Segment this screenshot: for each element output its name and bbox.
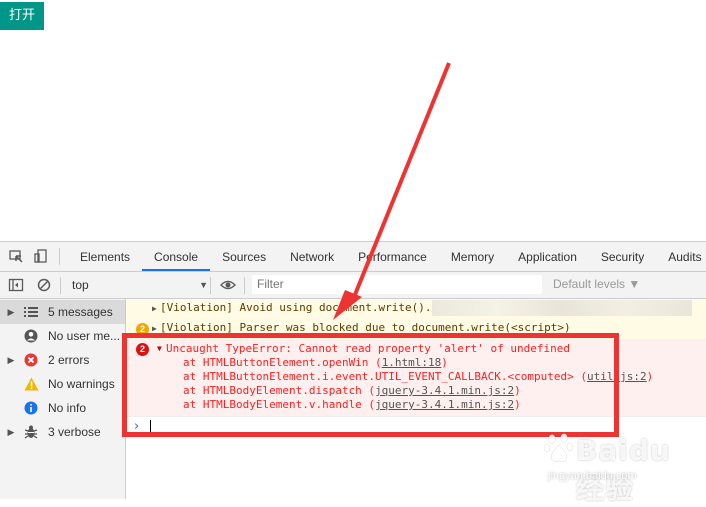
context-label: top bbox=[72, 278, 89, 292]
devtools-tabs: Elements Console Sources Network Perform… bbox=[68, 242, 706, 271]
sidebar-item-label: 3 verbose bbox=[48, 425, 101, 439]
tab-sources[interactable]: Sources bbox=[210, 242, 278, 271]
text-caret bbox=[150, 420, 151, 434]
error-message[interactable]: 2 ▼ Uncaught TypeError: Cannot read prop… bbox=[126, 339, 706, 417]
tab-security[interactable]: Security bbox=[589, 242, 656, 271]
filter-input[interactable] bbox=[252, 275, 542, 294]
expand-arrow-icon: ▶ bbox=[7, 306, 15, 317]
stack-frame: at HTMLButtonElement.openWin (1.html:18) bbox=[183, 356, 448, 369]
console-messages: ▶ [Violation] Avoid using document.write… bbox=[126, 299, 706, 499]
sidebar-item-errors[interactable]: ▶ 2 errors bbox=[0, 348, 125, 372]
open-button[interactable]: 打开 bbox=[0, 2, 44, 30]
stack-frame: at HTMLBodyElement.dispatch (jquery-3.4.… bbox=[183, 384, 521, 397]
sidebar-item-user-messages[interactable]: No user me... bbox=[0, 324, 125, 348]
console-sidebar: ▶ 5 messages No user me... ▶ 2 errors No… bbox=[0, 299, 126, 499]
source-link[interactable]: 1.html:18 bbox=[382, 356, 442, 369]
sidebar-toggle-icon[interactable] bbox=[8, 277, 24, 293]
expand-arrow-icon: ▶ bbox=[7, 354, 15, 365]
clear-console-icon[interactable] bbox=[36, 277, 52, 293]
sidebar-item-warnings[interactable]: No warnings bbox=[0, 372, 125, 396]
context-select[interactable]: top ▼ bbox=[64, 276, 212, 294]
sidebar-item-label: No user me... bbox=[48, 329, 121, 343]
sidebar-item-messages[interactable]: ▶ 5 messages bbox=[0, 300, 125, 324]
blurred-region bbox=[432, 300, 692, 316]
sidebar-item-info[interactable]: No info bbox=[0, 396, 125, 420]
device-toolbar-icon[interactable] bbox=[33, 248, 49, 264]
chevron-down-icon: ▼ bbox=[199, 280, 208, 290]
toolbar-divider bbox=[59, 248, 60, 265]
warning-message[interactable]: ▶ [Violation] Avoid using document.write… bbox=[126, 299, 706, 320]
prompt-chevron-icon: › bbox=[134, 419, 140, 434]
sidebar-item-label: 2 errors bbox=[48, 353, 90, 367]
source-link[interactable]: jquery-3.4.1.min.js:2 bbox=[375, 384, 514, 397]
list-icon bbox=[22, 304, 40, 320]
bug-icon bbox=[22, 424, 40, 440]
sidebar-item-label: No info bbox=[48, 401, 87, 415]
warning-count-badge: 2 bbox=[136, 323, 149, 336]
expand-arrow-icon: ▼ bbox=[157, 344, 162, 353]
warning-text: [Violation] Avoid using document.write()… bbox=[160, 301, 432, 314]
info-icon bbox=[22, 400, 40, 416]
expand-arrow-icon: ▶ bbox=[7, 426, 15, 437]
eye-icon[interactable] bbox=[220, 277, 236, 293]
tab-console[interactable]: Console bbox=[142, 242, 211, 271]
warning-message[interactable]: 2 ▶ [Violation] Parser was blocked due t… bbox=[126, 319, 706, 340]
sidebar-item-verbose[interactable]: ▶ 3 verbose bbox=[0, 420, 125, 444]
tab-performance[interactable]: Performance bbox=[346, 242, 439, 271]
tab-application[interactable]: Application bbox=[506, 242, 589, 271]
default-levels-dropdown[interactable]: Default levels ▼ bbox=[553, 277, 640, 291]
error-title: Uncaught TypeError: Cannot read property… bbox=[166, 342, 570, 355]
console-toolbar: top ▼ Default levels ▼ bbox=[0, 272, 706, 299]
expand-arrow-icon: ▶ bbox=[152, 304, 157, 313]
error-icon bbox=[22, 352, 40, 368]
toolbar-divider bbox=[60, 277, 61, 294]
source-link[interactable]: jquery-3.4.1.min.js:2 bbox=[375, 398, 514, 411]
warning-text: [Violation] Parser was blocked due to do… bbox=[160, 321, 571, 334]
warning-icon bbox=[22, 376, 40, 392]
user-icon bbox=[22, 328, 40, 344]
page-area: 打开 bbox=[0, 0, 706, 241]
devtools-panel: Elements Console Sources Network Perform… bbox=[0, 241, 706, 499]
toolbar-divider bbox=[244, 277, 245, 294]
stack-frame: at HTMLButtonElement.i.event.UTIL_EVENT_… bbox=[183, 370, 654, 383]
console-prompt[interactable]: › bbox=[126, 416, 706, 437]
tab-network[interactable]: Network bbox=[278, 242, 346, 271]
tab-memory[interactable]: Memory bbox=[439, 242, 506, 271]
sidebar-item-label: No warnings bbox=[48, 377, 115, 391]
stack-frame: at HTMLBodyElement.v.handle (jquery-3.4.… bbox=[183, 398, 521, 411]
sidebar-item-label: 5 messages bbox=[48, 305, 113, 319]
expand-arrow-icon: ▶ bbox=[152, 324, 157, 333]
tab-audits[interactable]: Audits bbox=[656, 242, 706, 271]
toolbar-divider bbox=[210, 277, 211, 294]
error-count-badge: 2 bbox=[136, 343, 149, 356]
devtools-tabbar: Elements Console Sources Network Perform… bbox=[0, 242, 706, 272]
tab-elements[interactable]: Elements bbox=[68, 242, 142, 271]
inspect-element-icon[interactable] bbox=[8, 248, 24, 264]
source-link[interactable]: util.js:2 bbox=[587, 370, 647, 383]
